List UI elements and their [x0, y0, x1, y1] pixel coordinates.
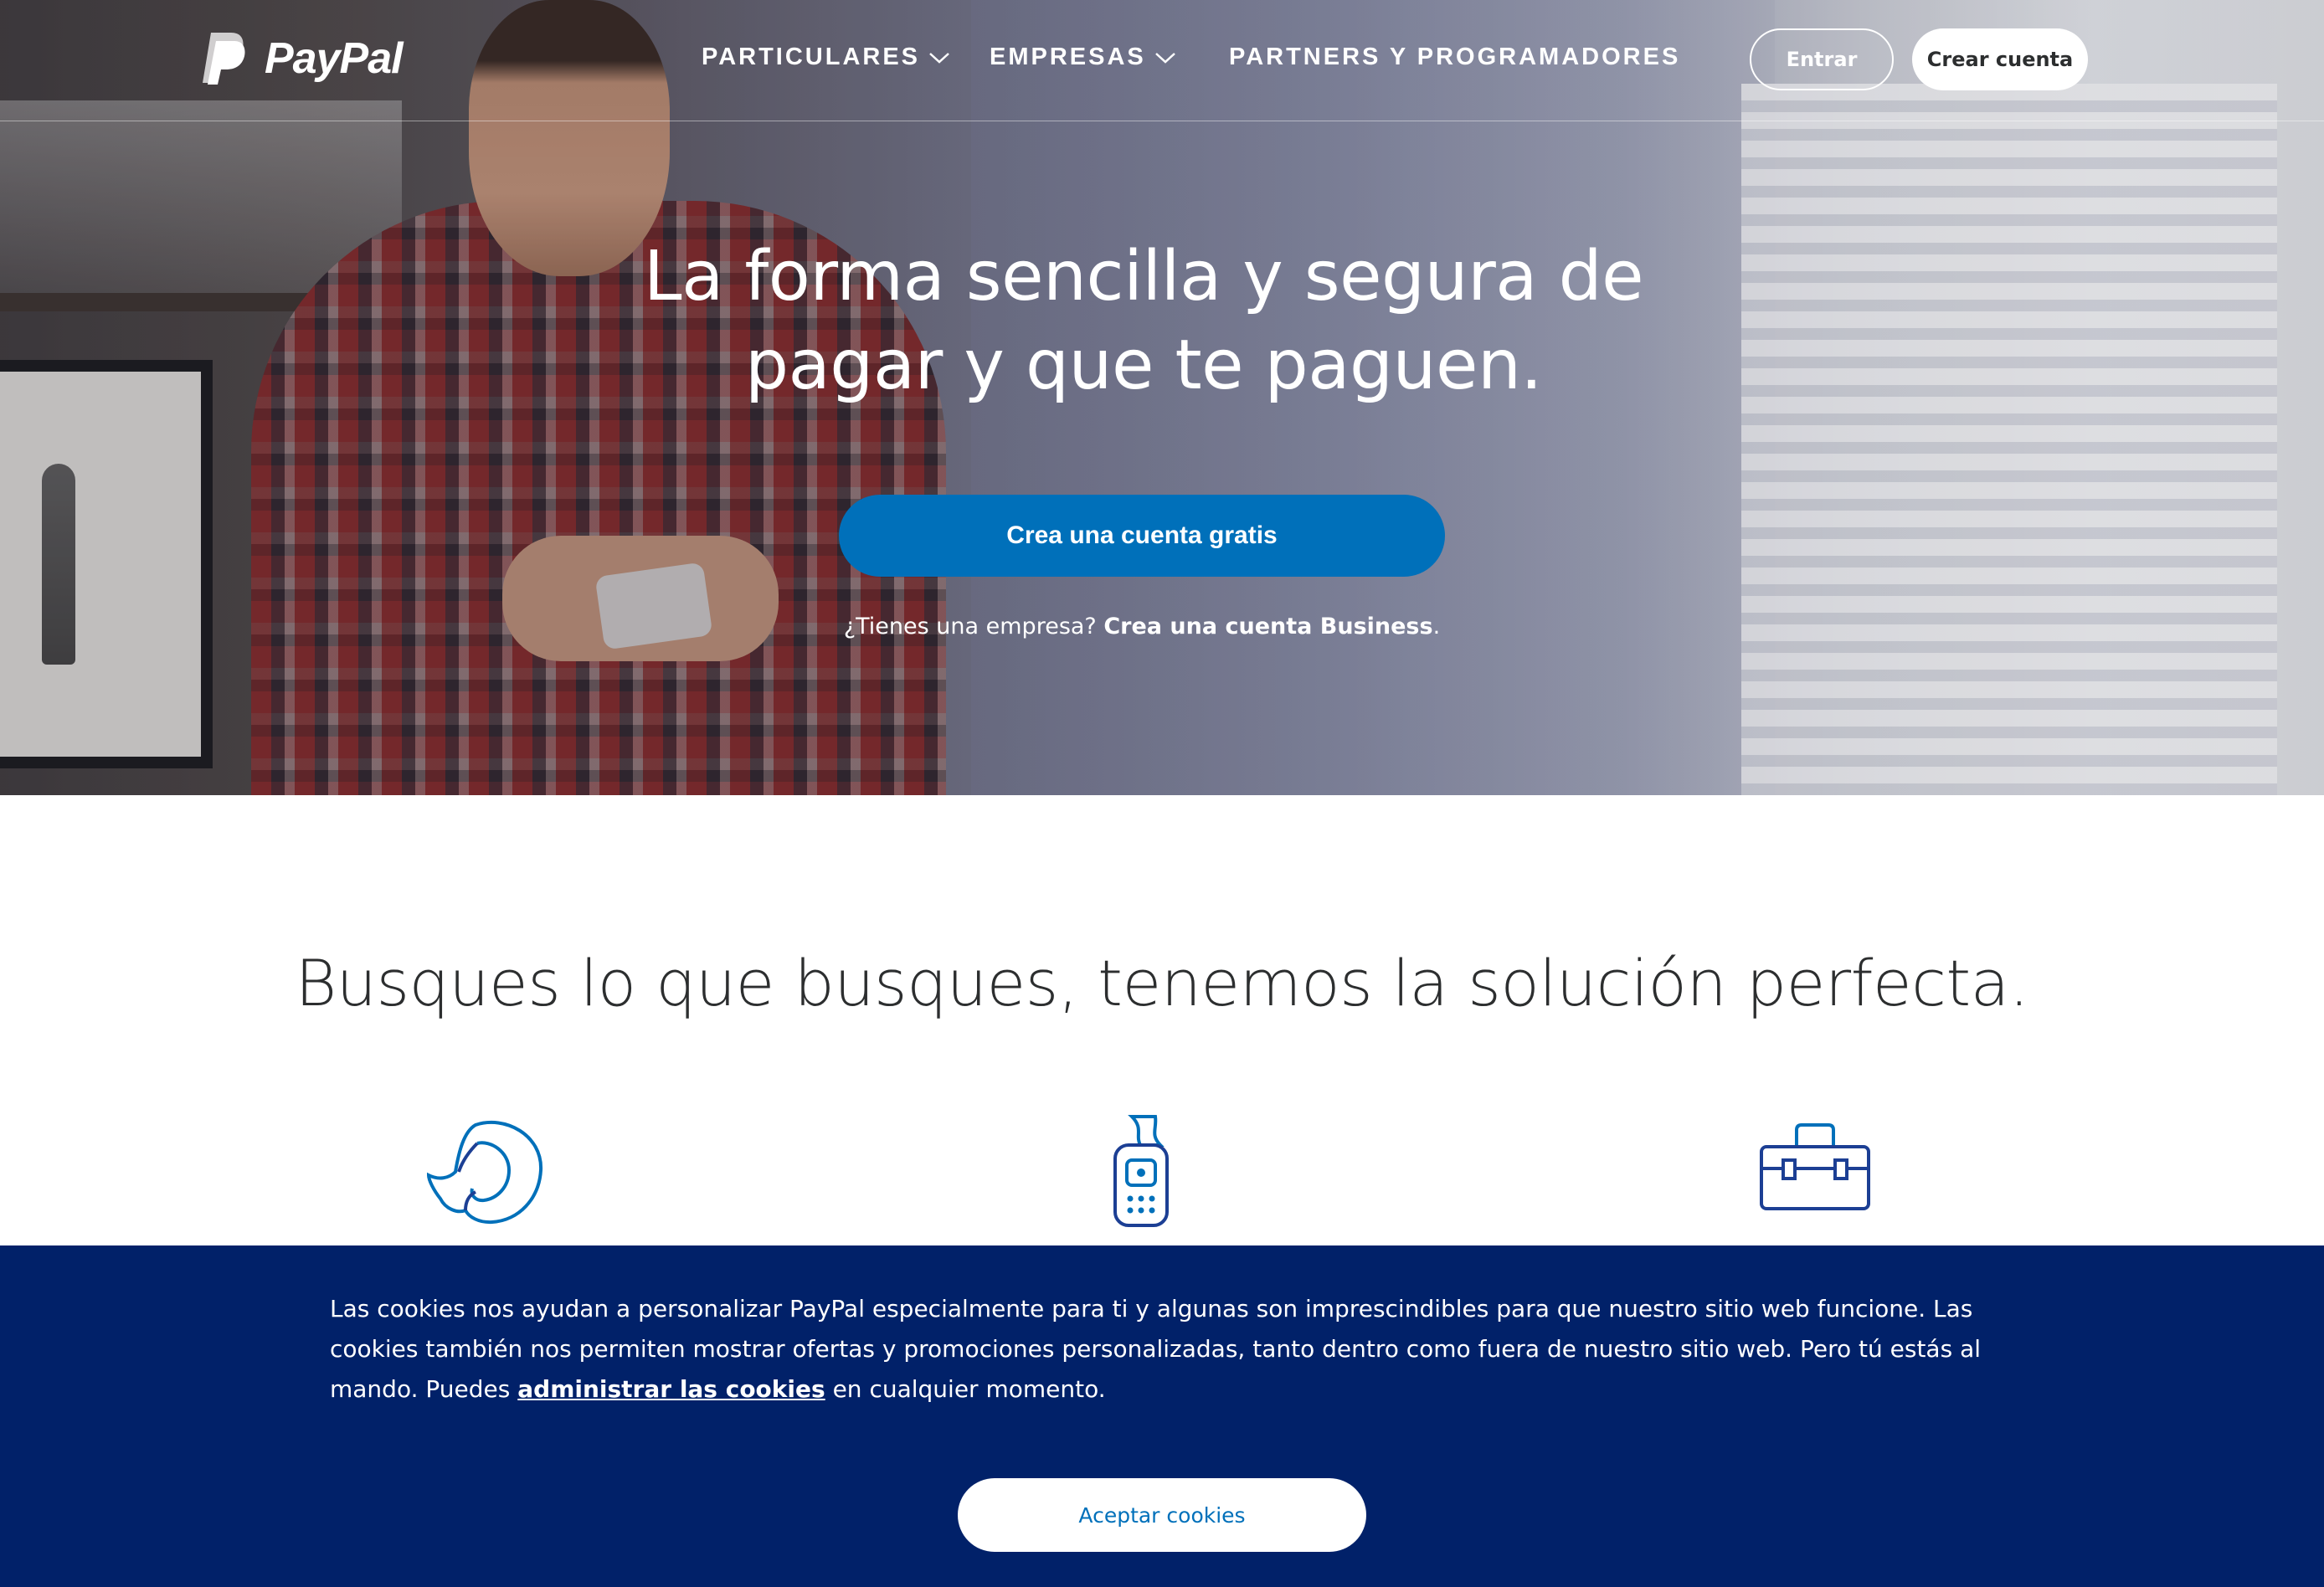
manage-cookies-link[interactable]: administrar las cookies — [517, 1375, 825, 1403]
paypal-p-icon — [203, 33, 245, 85]
top-navigation: PayPal PARTICULARES EMPRESAS PARTNERS Y … — [0, 0, 2324, 121]
cookie-text-part2: en cualquier momento. — [832, 1375, 1106, 1403]
hero-title-line1: La forma sencilla y segura de — [643, 237, 1644, 316]
create-free-account-button[interactable]: Crea una cuenta gratis — [839, 495, 1445, 577]
business-prompt: ¿Tienes una empresa? Crea una cuenta Bus… — [0, 614, 2284, 639]
nav-partners-label: PARTNERS Y PROGRAMADORES — [1229, 44, 1681, 70]
business-question: ¿Tienes una empresa? — [843, 614, 1097, 639]
nav-empresas[interactable]: EMPRESAS — [990, 44, 1176, 71]
toolbox-icon — [1760, 1123, 1870, 1210]
chevron-down-icon — [929, 52, 949, 64]
paypal-logo[interactable]: PayPal — [199, 28, 404, 89]
login-button[interactable]: Entrar — [1750, 28, 1894, 90]
nav-partners[interactable]: PARTNERS Y PROGRAMADORES — [1229, 44, 1680, 71]
person-profile-icon — [426, 1120, 543, 1225]
create-business-account-link[interactable]: Crea una cuenta Business — [1103, 614, 1432, 639]
accept-cookies-button[interactable]: Aceptar cookies — [958, 1478, 1366, 1552]
hero-title: La forma sencilla y segura de pagar y qu… — [0, 233, 2287, 410]
create-account-button[interactable]: Crear cuenta — [1912, 28, 2088, 90]
nav-particulares[interactable]: PARTICULARES — [702, 44, 950, 71]
nav-particulares-label: PARTICULARES — [702, 44, 921, 70]
cookie-message: Las cookies nos ayudan a personalizar Pa… — [330, 1289, 2004, 1410]
solutions-title: Busques lo que busques, tenemos la soluc… — [295, 946, 2029, 1020]
chevron-down-icon — [1154, 52, 1175, 64]
brand-name: PayPal — [265, 34, 404, 83]
nav-empresas-label: EMPRESAS — [990, 44, 1146, 70]
card-reader-icon — [1113, 1115, 1169, 1227]
cookie-banner: Las cookies nos ayudan a personalizar Pa… — [0, 1245, 2324, 1587]
hero-title-line2: pagar y que te paguen. — [745, 326, 1542, 405]
business-suffix: . — [1432, 614, 1441, 639]
